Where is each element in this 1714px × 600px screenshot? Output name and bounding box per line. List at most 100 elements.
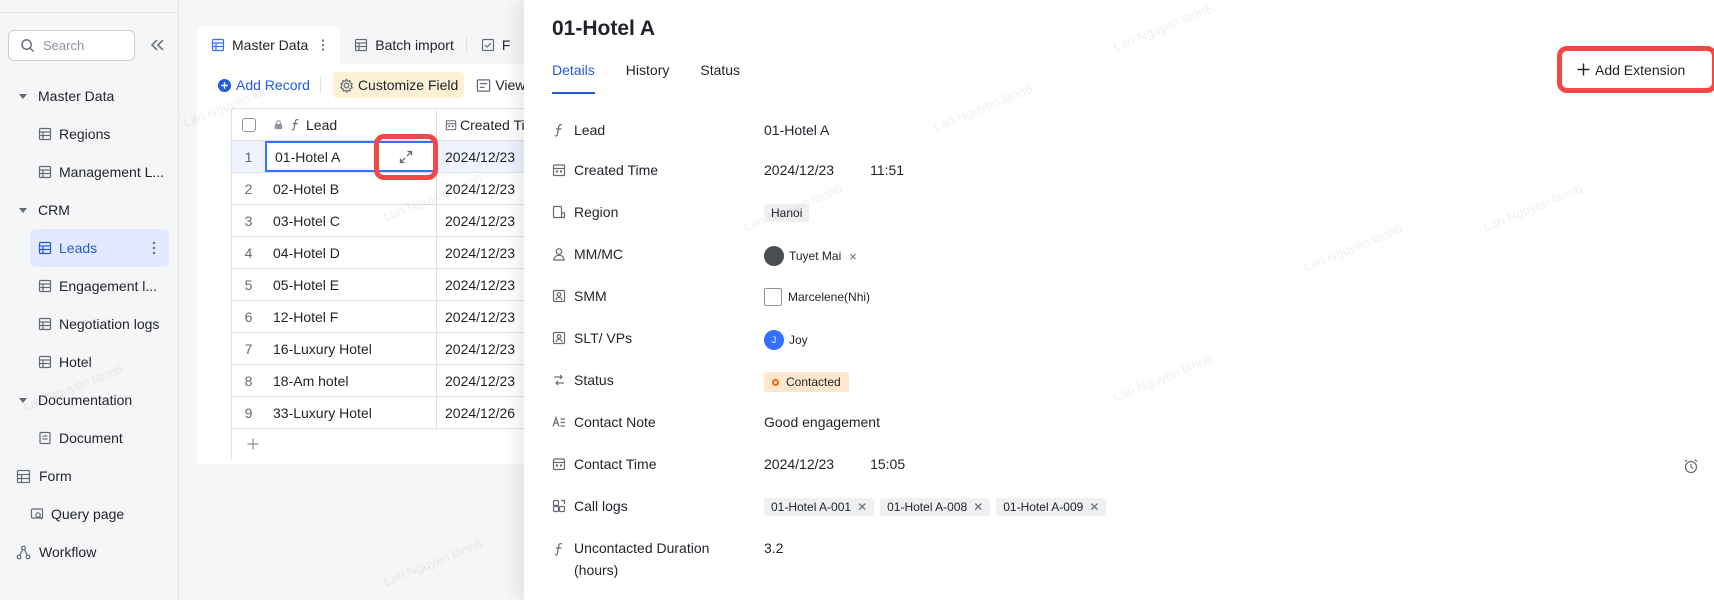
table-row[interactable]: 7 16-Luxury Hotel 2024/12/23	[232, 333, 524, 365]
field-call-logs: Call logs 01-Hotel A-001 ✕ 01-Hotel A-008…	[552, 488, 1682, 530]
table-row[interactable]: 3 03-Hotel C 2024/12/23	[232, 205, 524, 237]
sidebar-item-regions[interactable]: Regions	[0, 115, 179, 153]
remove-tag-icon[interactable]: ✕	[973, 500, 983, 514]
row-number: 2	[244, 180, 253, 197]
more-vertical-icon[interactable]	[318, 38, 328, 52]
table-icon	[38, 165, 52, 179]
field-contact-time: Contact Time 2024/12/23 15:05	[552, 446, 1698, 488]
lead-cell[interactable]: 33-Luxury Hotel	[265, 397, 437, 428]
table-row[interactable]: 6 12-Hotel F 2024/12/23	[232, 301, 524, 333]
sidebar-item-management[interactable]: Management L...	[0, 153, 179, 191]
sidebar-item-label: Management L...	[59, 164, 165, 180]
view-tabs: Master Data Batch import F	[197, 26, 522, 64]
tab-master-data[interactable]: Master Data	[197, 26, 341, 64]
tab-label: Master Data	[232, 37, 309, 53]
field-status: Status Contacted	[552, 362, 1682, 404]
add-record-label: Add Record	[236, 77, 310, 93]
tab-form[interactable]: F	[467, 26, 523, 64]
created-time-cell[interactable]: 2024/12/23	[437, 173, 524, 204]
form-icon	[16, 469, 31, 483]
remove-tag-icon[interactable]: ✕	[857, 500, 867, 514]
divider	[0, 12, 179, 13]
add-row-button[interactable]	[232, 429, 524, 459]
field-label-text: SMM	[574, 288, 607, 304]
sidebar-item-form[interactable]: Form	[0, 457, 179, 495]
created-time-value: 2024/12/23 11:51	[764, 152, 904, 178]
customize-field-button[interactable]: Customize Field	[332, 72, 465, 98]
sidebar-item-hotel[interactable]: Hotel	[0, 343, 179, 381]
created-time-cell[interactable]: 2024/12/23	[437, 237, 524, 268]
table-toolbar: Add Record Customize Field View	[197, 70, 524, 100]
lead-cell[interactable]: 03-Hotel C	[265, 205, 437, 236]
field-label: Uncontacted Duration (hours)	[552, 530, 764, 581]
created-time-cell[interactable]: 2024/12/23	[437, 301, 524, 332]
sidebar-item-workflow[interactable]: Workflow	[0, 533, 179, 571]
field-slt-vps: SLT/ VPs J Joy	[552, 320, 1682, 362]
search-input[interactable]: Search	[8, 30, 135, 61]
created-time-cell[interactable]: 2024/12/23	[437, 141, 524, 172]
call-log-tag[interactable]: 01-Hotel A-009 ✕	[996, 498, 1107, 516]
alarm-clock-icon[interactable]	[1683, 458, 1699, 474]
tab-details[interactable]: Details	[552, 56, 595, 94]
collapse-sidebar-icon[interactable]	[148, 36, 166, 54]
contact-time-value[interactable]: 2024/12/23 15:05	[764, 446, 905, 472]
table-row[interactable]: 4 04-Hotel D 2024/12/23	[232, 237, 524, 269]
lead-cell[interactable]: 12-Hotel F	[265, 301, 437, 332]
select-all-checkbox[interactable]	[241, 117, 256, 132]
row-number: 6	[244, 308, 253, 325]
sidebar-item-crm[interactable]: CRM	[0, 191, 179, 229]
call-log-tag[interactable]: 01-Hotel A-008 ✕	[880, 498, 991, 516]
tab-batch-import[interactable]: Batch import	[340, 26, 466, 64]
row-number: 7	[244, 340, 253, 357]
row-number: 4	[244, 244, 253, 261]
call-logs-value[interactable]: 01-Hotel A-001 ✕ 01-Hotel A-008 ✕ 01-Hotel…	[764, 488, 1107, 516]
remove-tag-icon[interactable]: ✕	[1089, 500, 1099, 514]
tab-history[interactable]: History	[626, 56, 670, 94]
add-record-button[interactable]: Add Record	[217, 72, 310, 98]
region-value[interactable]: Hanoi	[764, 194, 810, 222]
table-row[interactable]: 9 33-Luxury Hotel 2024/12/26	[232, 397, 524, 429]
avatar-placeholder-icon	[764, 288, 782, 306]
detail-fields: Lead 01-Hotel A Created Time 2024/12/23 …	[552, 112, 1698, 581]
add-extension-button[interactable]: Add Extension	[1557, 46, 1714, 93]
contact-note-value[interactable]: Good engagement	[764, 404, 880, 430]
field-label-text: Created Time	[574, 162, 659, 178]
sidebar-item-label: Query page	[51, 506, 125, 522]
status-text: Contacted	[786, 375, 841, 389]
sidebar-item-document[interactable]: Document	[0, 419, 179, 457]
more-vertical-icon[interactable]	[147, 240, 161, 256]
created-time-cell[interactable]: 2024/12/23	[437, 269, 524, 300]
field-mm-mc: MM/MC Tuyet Mai ×	[552, 236, 1682, 278]
created-time-cell[interactable]: 2024/12/23	[437, 205, 524, 236]
remove-person-icon[interactable]: ×	[849, 249, 857, 264]
field-label-text: Status	[574, 372, 614, 388]
sidebar-item-master-data[interactable]: Master Data	[0, 77, 179, 115]
slt-vps-value[interactable]: J Joy	[764, 320, 808, 350]
view-button[interactable]: View	[476, 72, 524, 98]
call-log-tag[interactable]: 01-Hotel A-001 ✕	[764, 498, 875, 516]
avatar	[764, 246, 784, 266]
created-time-cell[interactable]: 2024/12/23	[437, 365, 524, 396]
avatar: J	[764, 330, 784, 350]
tab-status[interactable]: Status	[700, 56, 740, 94]
created-time-cell[interactable]: 2024/12/23	[437, 333, 524, 364]
field-label: Status	[552, 362, 764, 388]
lead-cell[interactable]: 16-Luxury Hotel	[265, 333, 437, 364]
lead-cell[interactable]: 04-Hotel D	[265, 237, 437, 268]
table-row[interactable]: 8 18-Am hotel 2024/12/23	[232, 365, 524, 397]
expand-record-button[interactable]	[374, 134, 438, 180]
mm-mc-value[interactable]: Tuyet Mai ×	[764, 236, 857, 266]
sidebar-item-query-page[interactable]: Query page	[0, 495, 179, 533]
sidebar-item-leads[interactable]: Leads	[30, 229, 169, 267]
smm-value[interactable]: Marcelene(Nhi)	[764, 278, 870, 306]
status-value[interactable]: Contacted	[764, 362, 849, 392]
plus-circle-icon	[217, 78, 232, 92]
table-row[interactable]: 5 05-Hotel E 2024/12/23	[232, 269, 524, 301]
lead-cell[interactable]: 05-Hotel E	[265, 269, 437, 300]
sidebar-item-negotiation-logs[interactable]: Negotiation logs	[0, 305, 179, 343]
sidebar-item-engagement[interactable]: Engagement l...	[0, 267, 179, 305]
column-header-created-time[interactable]: Created Ti	[437, 109, 524, 140]
sidebar-item-documentation[interactable]: Documentation	[0, 381, 179, 419]
created-time-cell[interactable]: 2024/12/26	[437, 397, 524, 428]
lead-cell[interactable]: 18-Am hotel	[265, 365, 437, 396]
